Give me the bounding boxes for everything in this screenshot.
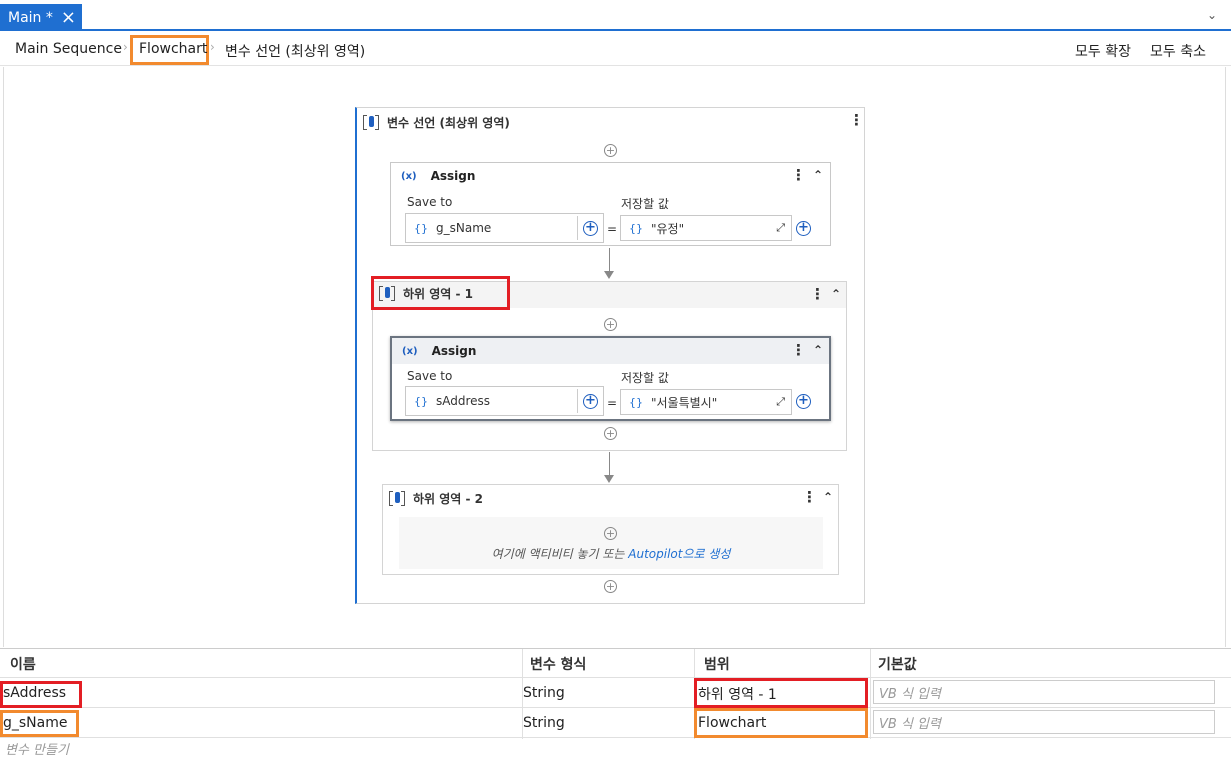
column-header-scope[interactable]: 범위 — [704, 654, 730, 674]
collapse-icon[interactable]: ⌃ — [823, 490, 833, 504]
column-header-type[interactable]: 변수 형식 — [530, 654, 586, 674]
save-to-field[interactable]: {} g_sName — [405, 213, 604, 243]
variable-type-cell[interactable]: String — [523, 715, 565, 731]
outer-sequence-title: 변수 선언 (최상위 영역) — [387, 115, 510, 130]
document-tab-bar: Main * × ⌄ — [0, 0, 1231, 31]
row-divider — [0, 737, 1231, 738]
save-to-label: Save to — [407, 369, 453, 383]
default-value-placeholder: VB 식 입력 — [879, 716, 941, 732]
default-value-placeholder: VB 식 입력 — [879, 686, 941, 702]
autopilot-link[interactable]: Autopilot으로 생성 — [628, 547, 730, 561]
expand-editor-icon[interactable]: ⤢ — [776, 221, 785, 235]
save-to-label: Save to — [407, 195, 453, 209]
braces-icon: {} — [629, 395, 643, 409]
tab-main-label: Main * — [8, 9, 53, 26]
scope-1-header[interactable]: 하위 영역 - 1 — [371, 276, 510, 310]
column-header-default[interactable]: 기본값 — [878, 654, 917, 674]
divider — [577, 389, 578, 413]
row-divider — [0, 707, 1231, 708]
scope-1-title: 하위 영역 - 1 — [403, 286, 474, 301]
collapse-icon[interactable]: ⌃ — [831, 287, 841, 301]
add-activity-icon[interactable]: + — [604, 318, 617, 331]
assign-2-title: Assign — [431, 344, 477, 358]
add-activity-icon[interactable]: + — [604, 580, 617, 593]
value-text: "유정" — [651, 221, 685, 236]
value-field[interactable]: {} "서울특별시" ⤢ — [620, 389, 792, 415]
value-text: "서울특별시" — [651, 395, 718, 410]
row-divider — [0, 677, 1231, 678]
default-value-input[interactable]: VB 식 입력 — [873, 710, 1215, 734]
more-options-icon[interactable]: ⋮ — [810, 285, 825, 303]
more-options-icon[interactable]: ⋮ — [802, 488, 817, 506]
braces-icon: {} — [629, 221, 643, 235]
divider — [577, 216, 578, 240]
braces-icon: {} — [414, 221, 428, 235]
plus-icon[interactable]: + — [796, 221, 811, 236]
braces-icon: {} — [414, 394, 428, 408]
save-to-field[interactable]: {} sAddress — [405, 386, 604, 416]
arrow-down-icon — [604, 271, 614, 279]
connector-line — [609, 452, 610, 475]
plus-icon[interactable]: + — [796, 394, 811, 409]
add-activity-icon[interactable]: + — [604, 427, 617, 440]
variables-panel: 이름 변수 형식 범위 기본값 sAddress String 하위 영역 - … — [0, 648, 1231, 763]
save-to-value: g_sName — [436, 221, 492, 235]
drop-hint: 여기에 액티비티 놓기 또는 Autopilot으로 생성 — [399, 545, 823, 562]
tab-main[interactable]: Main * × — [0, 4, 82, 31]
variable-scope-cell[interactable]: Flowchart — [698, 715, 766, 731]
connector-line — [609, 248, 610, 271]
arrow-down-icon — [604, 475, 614, 483]
expand-editor-icon[interactable]: ⤢ — [776, 395, 785, 409]
variable-type-cell[interactable]: String — [523, 685, 565, 701]
more-options-icon[interactable]: ⋮ — [791, 341, 806, 359]
value-field[interactable]: {} "유정" ⤢ — [620, 215, 792, 241]
column-header-name[interactable]: 이름 — [10, 654, 36, 674]
add-activity-icon[interactable]: + — [604, 144, 617, 157]
equals-sign: = — [607, 222, 618, 236]
assign-1-title: Assign — [430, 169, 476, 183]
create-variable-button[interactable]: 변수 만들기 — [5, 739, 69, 758]
column-divider — [870, 649, 871, 739]
plus-icon[interactable]: + — [583, 221, 598, 236]
variable-name-cell[interactable]: sAddress — [3, 685, 66, 701]
breadcrumb-item-current: 변수 선언 (최상위 영역) — [225, 44, 366, 60]
collapse-icon[interactable]: ⌃ — [813, 343, 823, 357]
breadcrumb-item-main-sequence[interactable]: Main Sequence — [15, 41, 122, 57]
scope-2-title: 하위 영역 - 2 — [413, 491, 484, 506]
variable-name-cell[interactable]: g_sName — [3, 715, 67, 731]
equals-sign: = — [607, 396, 618, 410]
chevron-right-icon: › — [210, 40, 215, 54]
breadcrumb-item-flowchart[interactable]: Flowchart — [139, 41, 207, 57]
plus-icon[interactable]: + — [583, 394, 598, 409]
more-options-icon[interactable]: ⋮ — [791, 166, 806, 184]
variable-x-icon: (x) — [401, 170, 417, 182]
chevron-down-icon[interactable]: ⌄ — [1207, 8, 1217, 22]
collapse-all-button[interactable]: 모두 축소 — [1150, 41, 1206, 61]
sequence-icon — [363, 114, 379, 130]
more-options-icon[interactable]: ⋮ — [849, 111, 864, 129]
value-label: 저장할 값 — [621, 197, 669, 211]
save-to-value: sAddress — [436, 394, 491, 408]
close-icon[interactable]: × — [61, 8, 76, 27]
variable-x-icon: (x) — [402, 345, 418, 357]
variable-scope-cell[interactable]: 하위 영역 - 1 — [698, 684, 777, 704]
breadcrumb: Main Sequence › Flowchart › 변수 선언 (최상위 영… — [0, 33, 1231, 66]
drop-hint-text: 여기에 액티비티 놓기 또는 — [491, 547, 629, 561]
collapse-icon[interactable]: ⌃ — [813, 168, 823, 182]
chevron-right-icon: › — [123, 40, 128, 54]
sequence-icon — [389, 490, 405, 506]
expand-all-button[interactable]: 모두 확장 — [1075, 41, 1131, 61]
sequence-icon — [379, 285, 395, 301]
default-value-input[interactable]: VB 식 입력 — [873, 680, 1215, 704]
add-activity-icon[interactable]: + — [604, 527, 617, 540]
value-label: 저장할 값 — [621, 371, 669, 385]
